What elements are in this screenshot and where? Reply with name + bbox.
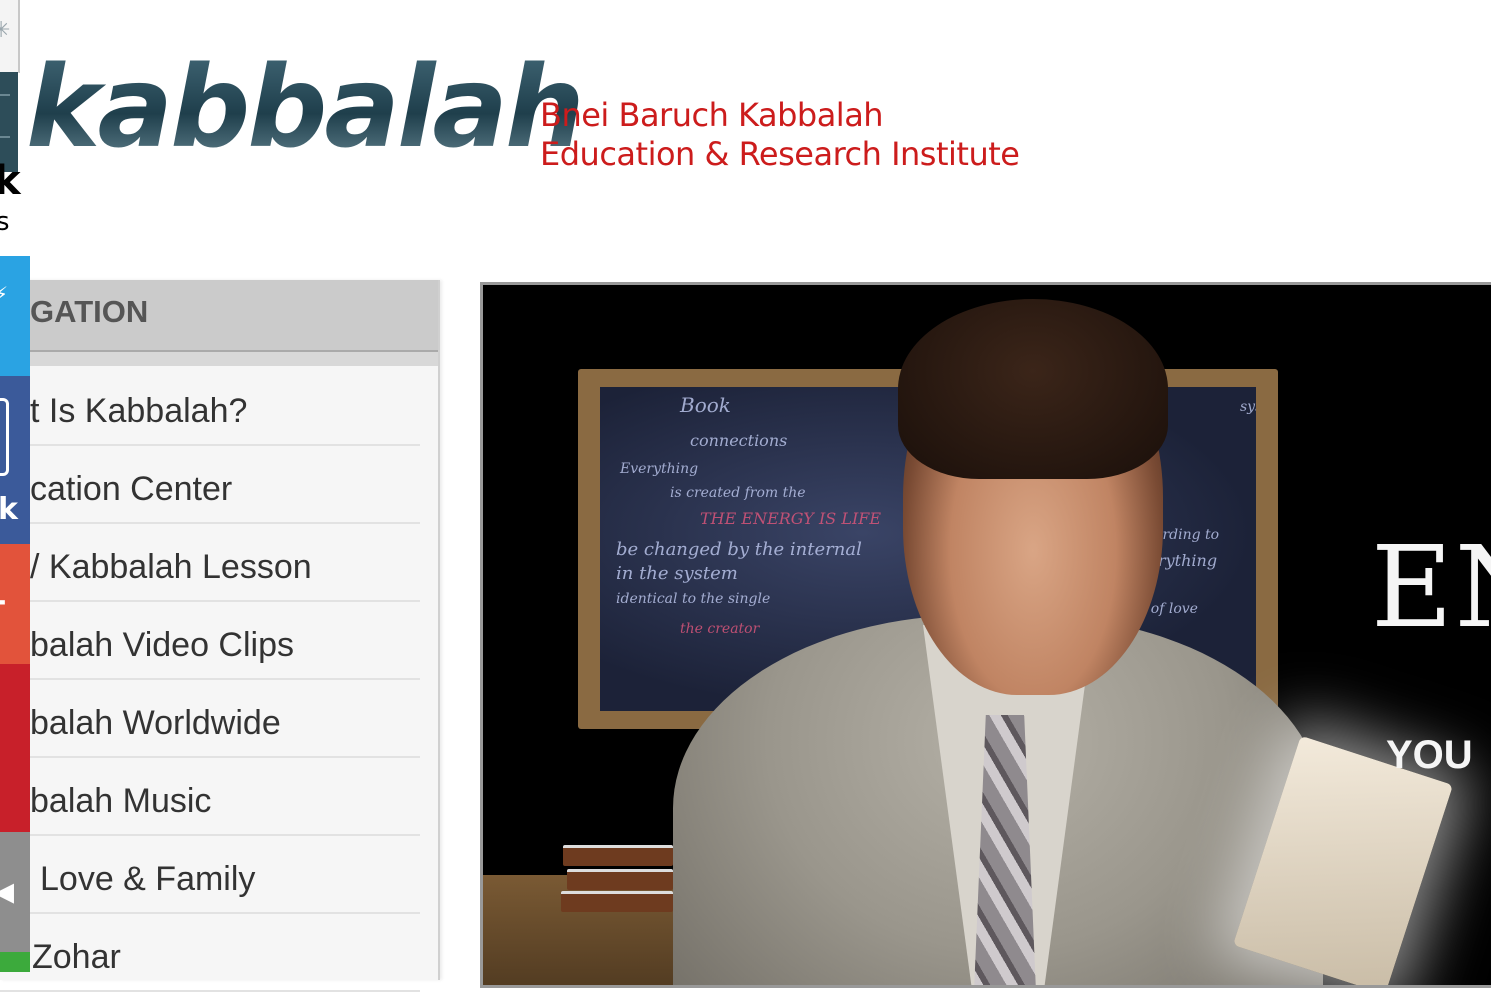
chalk-text: connections	[690, 431, 788, 450]
facebook-icon	[0, 398, 9, 476]
speaker-icon: ◂	[0, 868, 15, 914]
google-plus-icon: -	[0, 584, 6, 619]
chalk-text: is created from the	[670, 485, 806, 501]
facebook-share-button[interactable]: k	[0, 376, 30, 544]
nav-item-video-clips[interactable]: balah Video Clips	[0, 602, 420, 680]
chalk-text: THE ENERGY IS LIFE	[700, 509, 882, 528]
chalk-text: system	[1240, 399, 1256, 415]
clipped-heading: k	[0, 158, 21, 204]
nav-item-daily-lesson[interactable]: / Kabbalah Lesson	[0, 524, 420, 602]
more-share-button[interactable]: ◂	[0, 832, 30, 952]
presenter-hair	[898, 299, 1168, 479]
navigation-header: GATION	[0, 280, 438, 366]
twitter-icon: ⚡	[0, 282, 9, 306]
social-share-bar: ⚡ k - ◂	[0, 256, 30, 972]
nav-item-what-is-kabbalah[interactable]: t Is Kabbalah?	[0, 368, 420, 446]
nav-item-label: balah Video Clips	[30, 626, 294, 664]
nav-item-music[interactable]: balah Music	[0, 758, 420, 836]
org-name-line1: Bnei Baruch Kabbalah	[540, 96, 884, 134]
clipped-subheading: s	[0, 207, 10, 237]
chalk-text: Book	[680, 393, 731, 417]
chalk-text: be changed by the internal	[616, 539, 862, 560]
book-stack	[563, 845, 673, 866]
nav-item-label: / Kabbalah Lesson	[30, 548, 312, 586]
chalk-text: Everything	[620, 461, 699, 477]
logo-spark-icon: ✳	[0, 18, 11, 43]
org-name-line2: Education & Research Institute	[540, 135, 1020, 173]
book-stack	[561, 891, 673, 912]
chalk-text: the creator	[680, 621, 760, 637]
video-overlay-title: EN	[1371, 523, 1491, 653]
logo-emblem: ✳	[0, 0, 20, 73]
site-logo-text[interactable]: kabbalah	[26, 52, 585, 164]
logo-mark	[0, 72, 18, 172]
nav-item-label: cation Center	[30, 470, 233, 508]
nav-item-label: Zohar	[32, 938, 121, 976]
facebook-label: k	[0, 492, 18, 527]
navigation-panel: GATION t Is Kabbalah? cation Center / Ka…	[0, 280, 440, 992]
video-overlay-subtitle: YOU	[1386, 733, 1473, 777]
nav-item-label: balah Music	[30, 782, 212, 820]
nav-item-love-family[interactable]: Love & Family	[0, 836, 420, 914]
nav-item-label: t Is Kabbalah?	[30, 392, 248, 430]
nav-item-worldwide[interactable]: balah Worldwide	[0, 680, 420, 758]
twitter-share-button[interactable]: ⚡	[0, 256, 30, 376]
sms-share-button[interactable]	[0, 952, 30, 972]
nav-item-label: Love & Family	[40, 860, 256, 898]
nav-item-education-center[interactable]: cation Center	[0, 446, 420, 524]
video-player[interactable]: Book system connections Everything is cr…	[480, 282, 1491, 988]
nav-item-zohar[interactable]: Zohar	[0, 914, 420, 992]
pinterest-share-button[interactable]	[0, 664, 30, 832]
chalk-text: identical to the single	[616, 591, 771, 607]
chalk-text: in the system	[616, 563, 738, 584]
google-plus-share-button[interactable]: -	[0, 544, 30, 664]
nav-item-label: balah Worldwide	[30, 704, 281, 742]
book-stack	[567, 869, 673, 890]
navigation-title: GATION	[30, 294, 149, 329]
